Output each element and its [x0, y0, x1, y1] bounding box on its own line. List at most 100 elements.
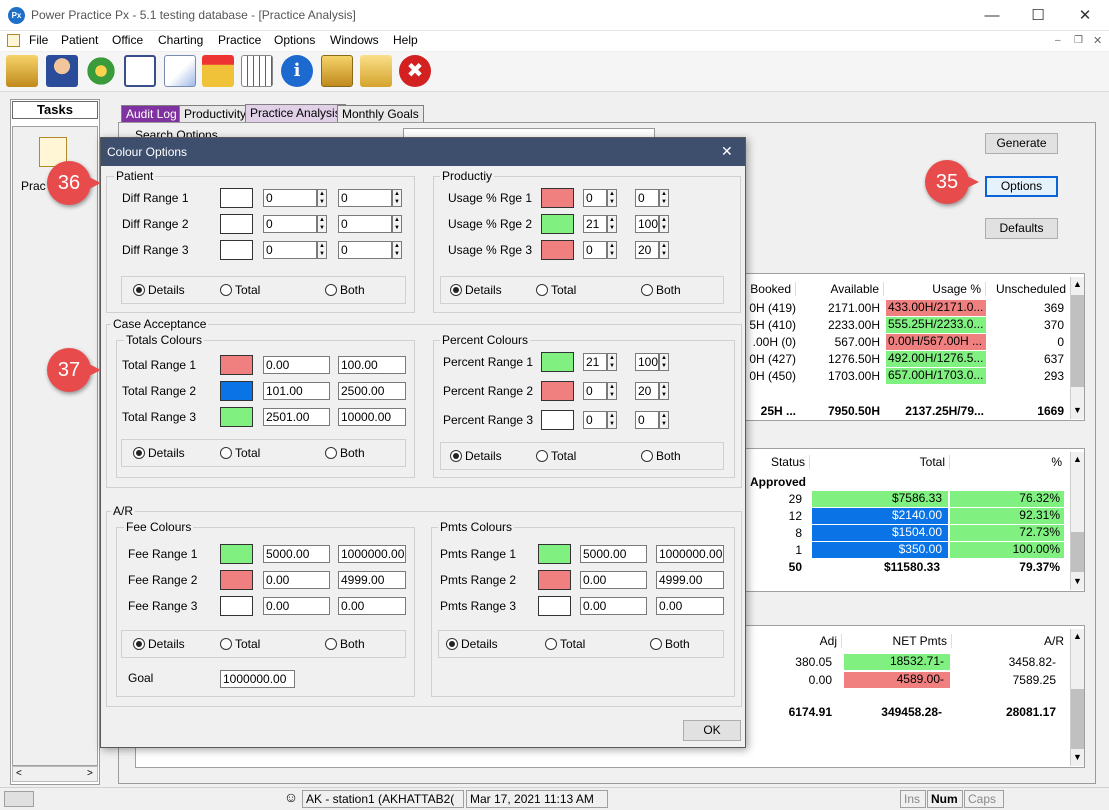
- radio-details[interactable]: Details: [446, 637, 498, 651]
- menu-charting[interactable]: Charting: [158, 33, 203, 47]
- radio-both[interactable]: Both: [641, 283, 681, 297]
- spin-control[interactable]: ▲ ▼: [659, 241, 669, 259]
- colour-swatch[interactable]: [220, 407, 253, 427]
- range-from-input[interactable]: 2501.00: [263, 408, 330, 426]
- radio-dot[interactable]: [450, 284, 462, 296]
- range-to-input[interactable]: 2500.00: [338, 382, 406, 400]
- colour-swatch[interactable]: [220, 355, 253, 375]
- range-from-input[interactable]: 0.00: [263, 571, 330, 589]
- spin-control[interactable]: ▲ ▼: [317, 215, 327, 233]
- range-to-input[interactable]: 4999.00: [338, 571, 406, 589]
- ok-button[interactable]: OK: [683, 720, 741, 741]
- radio-dot[interactable]: [325, 284, 337, 296]
- spin-control[interactable]: ▲ ▼: [659, 189, 669, 207]
- radio-details[interactable]: Details: [450, 283, 502, 297]
- range-to-input[interactable]: 4999.00: [656, 571, 724, 589]
- range-to-input[interactable]: 0: [338, 241, 392, 259]
- radio-dot[interactable]: [325, 447, 337, 459]
- range-from-input[interactable]: 21: [583, 353, 607, 371]
- mdi-restore-button[interactable]: ❐: [1074, 35, 1083, 46]
- tab-productivity[interactable]: Productivity: [179, 105, 252, 123]
- spin-control[interactable]: ▲ ▼: [317, 189, 327, 207]
- practice-task-label[interactable]: Prac: [21, 179, 46, 193]
- spin-control[interactable]: ▲ ▼: [659, 382, 669, 400]
- info-icon[interactable]: i: [281, 55, 313, 87]
- range-from-input[interactable]: 101.00: [263, 382, 330, 400]
- grid2-scrollbar[interactable]: ▲ ▼: [1070, 452, 1084, 590]
- tab-audit-log[interactable]: Audit Log: [121, 105, 182, 123]
- range-from-input[interactable]: 0: [263, 241, 317, 259]
- spin-control[interactable]: ▲ ▼: [607, 241, 617, 259]
- colour-swatch[interactable]: [220, 214, 253, 234]
- options-button[interactable]: Options: [985, 176, 1058, 197]
- scroll-thumb[interactable]: [1071, 689, 1084, 749]
- range-from-input[interactable]: 5000.00: [580, 545, 647, 563]
- range-from-input[interactable]: 5000.00: [263, 545, 330, 563]
- range-to-input[interactable]: 0: [338, 215, 392, 233]
- range-to-input[interactable]: 0.00: [656, 597, 724, 615]
- radio-dot[interactable]: [536, 450, 548, 462]
- clipboard-icon[interactable]: [321, 55, 353, 87]
- grid1-scrollbar[interactable]: ▲ ▼: [1070, 277, 1084, 419]
- radio-dot[interactable]: [220, 638, 232, 650]
- menu-office[interactable]: Office: [112, 33, 143, 47]
- calendar-icon[interactable]: [241, 55, 273, 87]
- tab-practice-analysis[interactable]: Practice Analysis: [245, 104, 346, 123]
- radio-details[interactable]: Details: [133, 637, 185, 651]
- radio-details[interactable]: Details: [133, 446, 185, 460]
- scroll-left-icon[interactable]: <: [16, 768, 22, 779]
- folder-icon[interactable]: [360, 55, 392, 87]
- spin-control[interactable]: ▲ ▼: [607, 382, 617, 400]
- spin-control[interactable]: ▲ ▼: [607, 215, 617, 233]
- spin-control[interactable]: ▲ ▼: [659, 411, 669, 429]
- spin-control[interactable]: ▲ ▼: [392, 189, 402, 207]
- radio-total[interactable]: Total: [536, 283, 576, 297]
- range-from-input[interactable]: 0.00: [580, 571, 647, 589]
- radio-dot[interactable]: [133, 638, 145, 650]
- radio-dot[interactable]: [650, 638, 662, 650]
- scroll-up-icon[interactable]: ▲: [1073, 279, 1082, 289]
- spin-control[interactable]: ▲ ▼: [659, 215, 669, 233]
- range-from-input[interactable]: 0.00: [580, 597, 647, 615]
- radio-total[interactable]: Total: [220, 446, 260, 460]
- radio-dot[interactable]: [220, 447, 232, 459]
- radio-dot[interactable]: [220, 284, 232, 296]
- tab-monthly-goals[interactable]: Monthly Goals: [337, 105, 424, 123]
- radio-dot[interactable]: [641, 450, 653, 462]
- patients-icon[interactable]: [46, 55, 78, 87]
- colour-swatch[interactable]: [538, 596, 571, 616]
- radio-dot[interactable]: [446, 638, 458, 650]
- radio-dot[interactable]: [325, 638, 337, 650]
- spin-control[interactable]: ▲ ▼: [392, 241, 402, 259]
- money-icon[interactable]: [85, 55, 117, 87]
- scroll-up-icon[interactable]: ▲: [1073, 631, 1082, 641]
- range-to-input[interactable]: 1000000.00: [338, 545, 406, 563]
- scroll-down-icon[interactable]: ▼: [1073, 752, 1082, 762]
- range-from-input[interactable]: 0: [583, 189, 607, 207]
- range-from-input[interactable]: 0: [263, 215, 317, 233]
- dialog-close-button[interactable]: ✕: [721, 143, 733, 160]
- colour-swatch[interactable]: [220, 544, 253, 564]
- radio-both[interactable]: Both: [650, 637, 690, 651]
- range-from-input[interactable]: 0: [583, 411, 607, 429]
- range-from-input[interactable]: 0: [583, 382, 607, 400]
- range-from-input[interactable]: 0.00: [263, 597, 330, 615]
- grid3-scrollbar[interactable]: ▲ ▼: [1070, 629, 1084, 766]
- colour-swatch[interactable]: [541, 214, 574, 234]
- menu-practice[interactable]: Practice: [218, 33, 261, 47]
- spin-control[interactable]: ▲ ▼: [607, 189, 617, 207]
- range-from-input[interactable]: 21: [583, 215, 607, 233]
- spin-control[interactable]: ▲ ▼: [392, 215, 402, 233]
- scroll-down-icon[interactable]: ▼: [1073, 576, 1082, 586]
- radio-dot[interactable]: [450, 450, 462, 462]
- range-to-input[interactable]: 0: [338, 189, 392, 207]
- range-to-input[interactable]: 0: [635, 189, 659, 207]
- range-from-input[interactable]: 0.00: [263, 356, 330, 374]
- scroll-down-icon[interactable]: ▼: [1073, 405, 1082, 415]
- colour-swatch[interactable]: [220, 381, 253, 401]
- menu-patient[interactable]: Patient: [61, 33, 98, 47]
- spin-control[interactable]: ▲ ▼: [317, 241, 327, 259]
- menu-file[interactable]: File: [29, 33, 48, 47]
- range-to-input[interactable]: 100: [635, 353, 659, 371]
- colour-swatch[interactable]: [220, 596, 253, 616]
